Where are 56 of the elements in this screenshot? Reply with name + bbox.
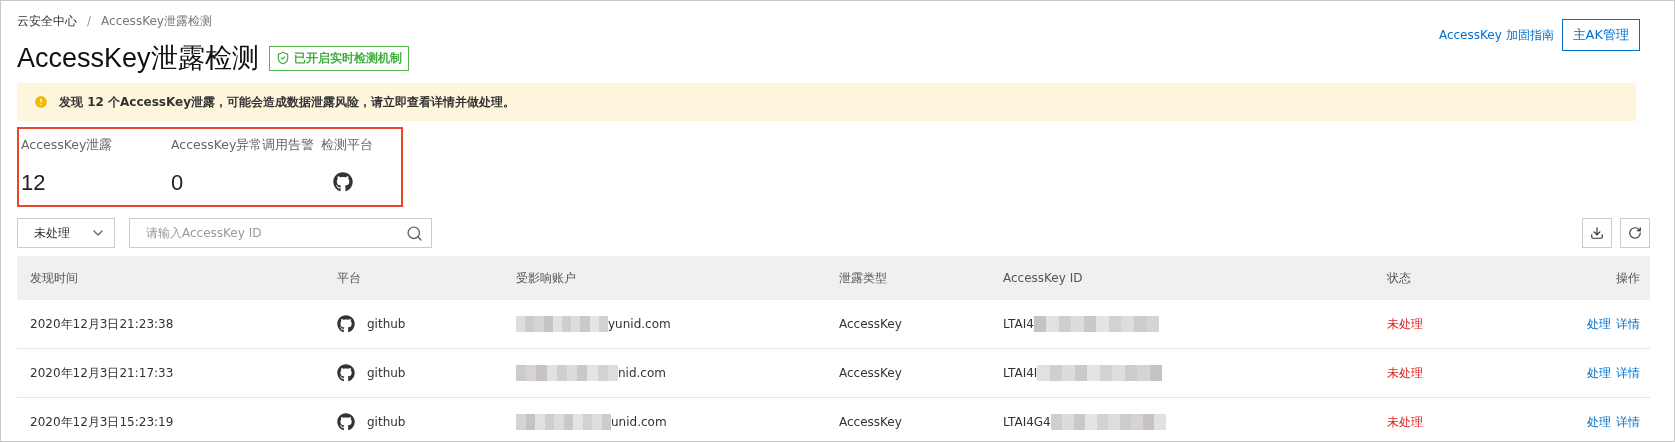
account-cell: nid.com <box>618 366 666 380</box>
stat-label: AccessKey泄露 <box>21 137 114 154</box>
key-id-cell: LTAI4G4 <box>1003 415 1051 429</box>
key-id-cell: LTAI4 <box>1003 317 1034 331</box>
platform-cell: github <box>367 366 406 380</box>
column-header: 发现时间 <box>30 269 79 287</box>
breadcrumb-separator: / <box>87 14 92 28</box>
ak-management-button[interactable]: 主AK管理 <box>1561 19 1640 51</box>
action-link[interactable]: 详情 <box>1616 413 1640 431</box>
search-field[interactable]: 请输入AccessKey ID <box>129 218 432 248</box>
column-header: 状态 <box>1387 269 1412 287</box>
breadcrumb-link[interactable]: 云安全中心 <box>17 12 77 30</box>
action-link[interactable]: 详情 <box>1616 315 1640 333</box>
status-cell-text: 未处理 <box>1387 413 1424 431</box>
stat-value: 12 <box>21 170 47 196</box>
platform-cell: github <box>367 415 406 429</box>
warning-text: 发现 12 个AccessKey泄露，可能会造成数据泄露风险，请立即查看详情并做处理。 <box>59 93 516 111</box>
column-header: 泄露类型 <box>839 269 888 287</box>
type-cell-text: AccessKey <box>839 366 903 380</box>
warning-icon <box>33 94 49 110</box>
guide-link[interactable]: AccessKey 加固指南 <box>1438 26 1554 44</box>
status-dropdown[interactable]: 未处理 <box>17 218 115 248</box>
stat-label: AccessKey异常调用告警 <box>171 137 316 154</box>
type-cell-text: AccessKey <box>839 317 903 331</box>
status-cell-text: 未处理 <box>1387 364 1424 382</box>
action-link[interactable]: 详情 <box>1616 364 1640 382</box>
account-cell: unid.com <box>611 415 667 429</box>
refresh-icon <box>1628 226 1642 240</box>
download-button[interactable] <box>1582 218 1612 248</box>
search-icon[interactable] <box>406 224 423 242</box>
key-id-cell: LTAI4I <box>1003 366 1038 380</box>
column-header: AccessKey ID <box>1003 271 1084 285</box>
action-link[interactable]: 处理 <box>1587 364 1611 382</box>
time-cell-text: 2020年12月3日15:23:19 <box>30 413 175 431</box>
refresh-button[interactable] <box>1620 218 1650 248</box>
breadcrumb-link[interactable]: AccessKey泄露检测 <box>101 12 212 30</box>
stat-label: 检测平台 <box>321 137 374 154</box>
action-link[interactable]: 处理 <box>1587 315 1611 333</box>
type-cell-text: AccessKey <box>839 415 903 429</box>
column-header: 受影响账户 <box>516 269 577 287</box>
github-icon <box>337 315 355 333</box>
page-title: AccessKey泄露检测 <box>17 42 259 75</box>
column-header: 操作 <box>1615 269 1640 287</box>
github-icon <box>337 413 355 431</box>
time-cell-text: 2020年12月3日21:23:38 <box>30 315 175 333</box>
github-icon <box>333 172 353 192</box>
column-header: 平台 <box>337 269 362 287</box>
github-icon <box>337 364 355 382</box>
stat-value: 0 <box>171 170 185 196</box>
time-cell-text: 2020年12月3日21:17:33 <box>30 364 175 382</box>
action-link[interactable]: 处理 <box>1587 413 1611 431</box>
status-badge: 已开启实时检测机制 <box>268 45 409 71</box>
status-cell-text: 未处理 <box>1387 315 1424 333</box>
account-cell: yunid.com <box>608 317 671 331</box>
platform-cell: github <box>367 317 406 331</box>
download-icon <box>1590 226 1604 240</box>
